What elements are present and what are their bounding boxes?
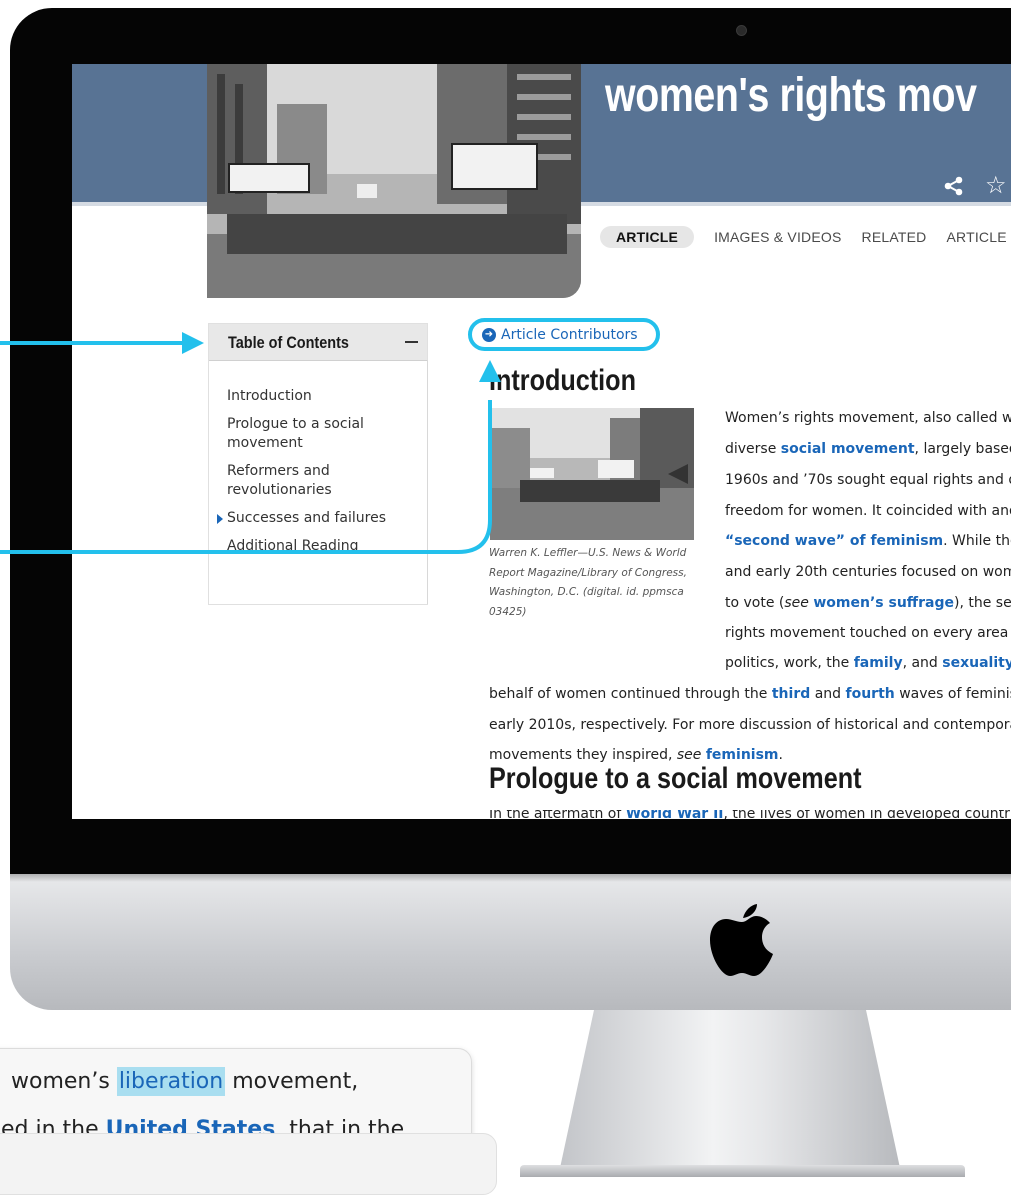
toc-scrollbar[interactable] — [427, 360, 428, 604]
toc-item-label: Successes and failures — [227, 510, 387, 526]
article-link[interactable]: sexuality — [942, 655, 1011, 671]
text-run: 1960s and ’70s sought equal rights and o… — [725, 472, 1011, 488]
paragraph-line: politics, work, the family, and sexualit… — [725, 655, 1011, 671]
paragraph-line: Women’s rights movement, also called wo — [725, 410, 1011, 426]
paragraph-line: movements they inspired, see feminism. — [489, 747, 783, 763]
bookmark-star-icon[interactable]: ☆ — [985, 173, 1007, 197]
toc-header: Table of Contents — [209, 324, 427, 361]
tab-images-videos[interactable]: IMAGES & VIDEOS — [714, 229, 841, 245]
tab-related[interactable]: RELATED — [862, 229, 927, 245]
collapse-icon[interactable] — [405, 341, 418, 343]
camera-icon — [736, 25, 747, 36]
paragraph-line: 1960s and ’70s sought equal rights and o… — [725, 472, 1011, 488]
text-run: , the lives of women in developed countr… — [723, 810, 1011, 819]
text-run: , largely based — [914, 441, 1011, 457]
paragraph-line: early 2010s, respectively. For more disc… — [489, 717, 1011, 733]
text-run: . While the — [943, 533, 1011, 549]
toc-item-introduction[interactable]: Introduction — [227, 387, 407, 406]
text-run: early 2010s, respectively. For more disc… — [489, 717, 1011, 733]
share-icon[interactable] — [944, 176, 964, 196]
text-run: Women’s rights movement, also called wo — [725, 410, 1011, 426]
caption-line: Warren K. Leffler—U.S. News & World — [489, 547, 687, 559]
prologue-heading: Prologue to a social movement — [489, 762, 862, 795]
imac-stand-base — [520, 1165, 965, 1177]
paragraph-line: freedom for women. It coincided with and — [725, 503, 1011, 519]
prologue-partial-line: In the aftermath of World War II, the li… — [489, 810, 1011, 819]
text-run: politics, work, the — [725, 655, 854, 671]
caption-line: Report Magazine/Library of Congress, — [489, 566, 687, 579]
intro-photo[interactable] — [490, 408, 694, 540]
tab-article-history[interactable]: ARTICLE HIS — [946, 229, 1011, 245]
zoom-line-1: women’s liberation movement, — [11, 1067, 359, 1096]
paragraph-line: rights movement touched on every area o — [725, 625, 1011, 641]
article-link[interactable]: fourth — [846, 686, 895, 702]
paragraph-line: diverse social movement, largely based — [725, 441, 1011, 457]
imac-stand — [560, 1010, 900, 1168]
toc-item-successes[interactable]: Successes and failures — [217, 509, 407, 528]
text-run: diverse — [725, 441, 781, 457]
text-run: and — [810, 686, 846, 702]
chin-shadow — [10, 874, 1011, 882]
text-run: . — [778, 747, 783, 763]
article-link[interactable]: third — [772, 686, 810, 702]
text-run: behalf of women continued through the — [489, 686, 772, 702]
photo-caption: Warren K. Leffler—U.S. News & World Repo… — [489, 544, 699, 622]
toc-title: Table of Contents — [228, 333, 349, 352]
text-run: freedom for women. It coincided with and — [725, 503, 1011, 519]
protest-march-thumbnail — [490, 408, 694, 540]
zoom-text-callout-shadow — [0, 1133, 497, 1195]
text-run: and early 20th centuries focused on wom — [725, 564, 1011, 580]
arrow-right-circle-icon: ➜ — [482, 327, 496, 342]
article-link[interactable]: “second wave” of feminism — [725, 533, 943, 549]
text-run: movements they inspired, — [489, 747, 677, 763]
intro-heading: Introduction — [489, 364, 636, 397]
text-run: waves of feminis — [894, 686, 1011, 702]
article-link[interactable]: social movement — [781, 441, 915, 457]
caret-right-icon — [217, 514, 223, 524]
text-run: rights movement touched on every area o — [725, 625, 1011, 641]
italic-text: see — [676, 747, 702, 763]
italic-text: see — [784, 595, 809, 611]
paragraph-line: and early 20th centuries focused on wom — [725, 564, 1011, 580]
article-contributors-link[interactable]: ➜ Article Contributors — [468, 318, 660, 351]
toc-list: Introduction Prologue to a social moveme… — [217, 387, 407, 565]
caption-line: Washington, D.C. (digital. id. ppmsca — [489, 586, 684, 598]
apple-logo-icon — [710, 902, 774, 976]
protest-march-photo — [207, 64, 581, 298]
text-run: , and — [902, 655, 943, 671]
paragraph-line: to vote (see women’s suffrage), the seco… — [725, 595, 1011, 611]
contributors-label: Article Contributors — [501, 326, 638, 343]
imac-chin — [10, 874, 1011, 1010]
article-title: women's rights mov — [605, 69, 977, 122]
text-run: to vote ( — [725, 595, 785, 611]
paragraph-line: “second wave” of feminism. While the f — [725, 533, 1011, 549]
text-run: In the aftermath of — [489, 810, 626, 819]
article-link[interactable]: World War II — [626, 810, 724, 819]
hero-photo[interactable] — [207, 64, 581, 298]
paragraph-line: behalf of women continued through the th… — [489, 686, 1011, 702]
tab-article[interactable]: ARTICLE — [600, 226, 695, 248]
toc-item-reformers[interactable]: Reformers and revolutionaries — [227, 462, 407, 500]
article-link[interactable]: feminism — [706, 747, 779, 763]
article-link[interactable]: family — [854, 655, 903, 671]
article-link[interactable]: women’s suffrage — [813, 595, 954, 611]
text-run: movement, — [225, 1069, 359, 1094]
caption-line: 03425) — [489, 605, 527, 618]
browser-screen: women's rights mov ☆ ARTICLE IMAGES & VI… — [72, 64, 1011, 819]
text-run: ), the secor — [954, 595, 1011, 611]
highlighted-term: liberation — [116, 1067, 226, 1096]
article-tabs: ARTICLE IMAGES & VIDEOS RELATED ARTICLE … — [600, 226, 1011, 248]
toc-item-prologue[interactable]: Prologue to a social movement — [227, 415, 407, 453]
toc-item-additional-reading[interactable]: Additional Reading — [227, 537, 407, 556]
text-run: women’s — [11, 1069, 117, 1094]
